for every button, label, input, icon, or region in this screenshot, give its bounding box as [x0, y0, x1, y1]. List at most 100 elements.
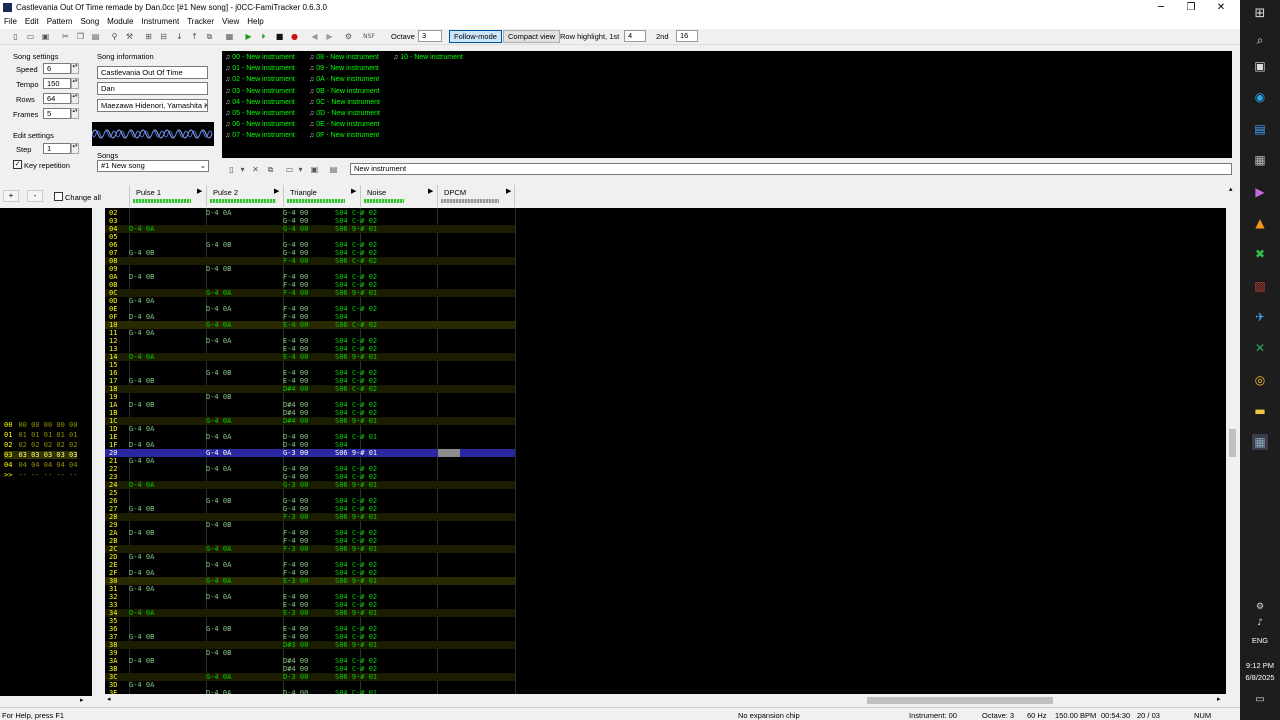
- channel-pulse-1[interactable]: Pulse 1 ▶: [129, 185, 206, 207]
- noise-cell[interactable]: S04 C-# 02: [335, 625, 377, 633]
- noise-cell[interactable]: S06 9-# 01: [335, 641, 377, 649]
- triangle-cell[interactable]: G-4 00: [283, 497, 308, 505]
- pattern-row[interactable]: 2C G-4 0A F-3 00 S06 9-# 01: [105, 545, 515, 553]
- triangle-cell[interactable]: E-4 00: [283, 625, 308, 633]
- tools-icon[interactable]: ⚒: [124, 31, 135, 42]
- instrument-item[interactable]: ♫ 0E - New instrument: [309, 121, 380, 128]
- pattern-row[interactable]: 0F D-4 0A F-4 00 S04: [105, 313, 515, 321]
- noise-cell[interactable]: S04 C-# 02: [335, 633, 377, 641]
- triangle-cell[interactable]: E-4 00: [283, 337, 308, 345]
- triangle-cell[interactable]: G-4 00: [283, 217, 308, 225]
- pulse1-cell[interactable]: D-4 0A: [129, 225, 154, 233]
- triangle-cell[interactable]: E-3 00: [283, 577, 308, 585]
- change-all-checkbox[interactable]: [54, 192, 63, 201]
- save-instrument-icon[interactable]: ▣: [309, 164, 320, 175]
- copy-icon[interactable]: ❐: [75, 31, 86, 42]
- arrow-right-icon[interactable]: ▶: [428, 187, 433, 195]
- insert-frame-icon[interactable]: ⊞: [143, 31, 154, 42]
- play-icon[interactable]: ▶: [243, 31, 254, 42]
- pattern-row[interactable]: 14 D-4 0A E-4 00 S06 9-# 01: [105, 353, 515, 361]
- triangle-cell[interactable]: D#4 00: [283, 409, 308, 417]
- menu-instrument[interactable]: Instrument: [137, 15, 183, 26]
- follow-mode-button[interactable]: Follow-mode: [449, 30, 502, 43]
- pattern-row[interactable]: 18 D#4 00 S06 C-# 02: [105, 385, 515, 393]
- triangle-cell[interactable]: G-3 00: [283, 481, 308, 489]
- load-instrument-icon[interactable]: ▭: [284, 164, 295, 175]
- triangle-cell[interactable]: F-4 00: [283, 257, 308, 265]
- archive-icon[interactable]: ▧: [1252, 278, 1268, 294]
- add-frame-button[interactable]: +: [3, 190, 19, 202]
- play-loop-icon[interactable]: ⏵: [258, 31, 269, 42]
- pulse2-cell[interactable]: G-4 0B: [206, 369, 231, 377]
- pattern-row[interactable]: 39 D-4 0B: [105, 649, 515, 657]
- noise-cell[interactable]: S06 9-# 01: [335, 417, 377, 425]
- triangle-cell[interactable]: F-4 00: [283, 569, 308, 577]
- noise-cell[interactable]: S04 C-# 01: [335, 689, 377, 694]
- frame-row[interactable]: >> -- -- -- -- --: [4, 471, 77, 479]
- triangle-cell[interactable]: G-4 00: [283, 505, 308, 513]
- row-highlight-2nd-input[interactable]: 16: [676, 30, 698, 42]
- pattern-row[interactable]: 1D G-4 0A: [105, 425, 515, 433]
- pattern-row[interactable]: 20 G-4 0A G-3 00 S06 9-# 01: [105, 449, 515, 457]
- module-properties-icon[interactable]: ▦: [224, 31, 235, 42]
- step-input[interactable]: 1: [43, 143, 71, 154]
- noise-cell[interactable]: S04 C-# 02: [335, 593, 377, 601]
- calculator-icon[interactable]: ▦: [1252, 152, 1268, 168]
- duplicate-frame-icon[interactable]: ⧉: [204, 31, 215, 42]
- pulse2-cell[interactable]: D-4 0B: [206, 393, 231, 401]
- instrument-item[interactable]: ♫ 04 - New instrument: [225, 99, 295, 106]
- triangle-cell[interactable]: G-4 00: [283, 465, 308, 473]
- noise-cell[interactable]: S04 C-# 02: [335, 345, 377, 353]
- pulse1-cell[interactable]: G-4 0A: [129, 329, 154, 337]
- pulse2-cell[interactable]: G-4 0A: [206, 321, 231, 329]
- noise-cell[interactable]: S04 C-# 02: [335, 305, 377, 313]
- pattern-row[interactable]: 0D G-4 0A: [105, 297, 515, 305]
- pattern-row[interactable]: 28 F-3 00 S06 9-# 01: [105, 513, 515, 521]
- pulse1-cell[interactable]: D-4 0A: [129, 313, 154, 321]
- vertical-scrollbar[interactable]: ▴: [1226, 185, 1240, 695]
- pattern-row[interactable]: 06 G-4 0B G-4 00 S04 C-# 02: [105, 241, 515, 249]
- pattern-row[interactable]: 22 D-4 0A G-4 00 S04 C-# 02: [105, 465, 515, 473]
- pattern-row[interactable]: 0A D-4 0B F-4 00 S04 C-# 02: [105, 273, 515, 281]
- frames-input[interactable]: 5: [43, 108, 71, 119]
- pulse1-cell[interactable]: G-4 0B: [129, 249, 154, 257]
- instrument-list[interactable]: ♫ 00 - New instrument ♫ 01 - New instrume…: [222, 51, 1232, 158]
- pattern-row[interactable]: 3A D-4 0B D#4 00 S04 C-# 02: [105, 657, 515, 665]
- instrument-item[interactable]: ♫ 02 - New instrument: [225, 76, 295, 83]
- pattern-row[interactable]: 25: [105, 489, 515, 497]
- arrow-right-icon[interactable]: ▶: [351, 187, 356, 195]
- noise-cell[interactable]: S06 9-# 01: [335, 545, 377, 553]
- pattern-row[interactable]: 0E D-4 0A F-4 00 S04 C-# 02: [105, 305, 515, 313]
- noise-cell[interactable]: S04 C-# 02: [335, 369, 377, 377]
- pattern-row[interactable]: 0C G-4 0A F-4 00 S06 9-# 01: [105, 289, 515, 297]
- menu-tracker[interactable]: Tracker: [183, 15, 218, 26]
- pulse2-cell[interactable]: D-4 0A: [206, 593, 231, 601]
- minimize-button[interactable]: ─: [1146, 0, 1176, 15]
- notification-icon[interactable]: ▭: [1252, 692, 1268, 708]
- instrument-item[interactable]: ♫ 01 - New instrument: [225, 65, 295, 72]
- xbox-icon[interactable]: ✕: [1252, 340, 1268, 356]
- pattern-row[interactable]: 1B D#4 00 S04 C-# 02: [105, 409, 515, 417]
- pulse1-cell[interactable]: D-4 0B: [129, 529, 154, 537]
- pulse1-cell[interactable]: D-4 0B: [129, 273, 154, 281]
- noise-cell[interactable]: S04: [335, 441, 348, 449]
- save-icon[interactable]: ▣: [40, 31, 51, 42]
- pattern-row[interactable]: 0B F-4 00 S04 C-# 02: [105, 281, 515, 289]
- pulse2-cell[interactable]: D-4 0A: [206, 465, 231, 473]
- clock-date[interactable]: 6/8/2025: [1240, 673, 1280, 682]
- pattern-row[interactable]: 2B F-4 00 S04 C-# 02: [105, 537, 515, 545]
- instrument-item[interactable]: ♫ 0D - New instrument: [309, 110, 380, 117]
- speed-input[interactable]: 6: [43, 63, 71, 74]
- noise-cell[interactable]: S06 9-# 01: [335, 449, 377, 457]
- pattern-row[interactable]: 26 G-4 0B G-4 00 S04 C-# 02: [105, 497, 515, 505]
- noise-cell[interactable]: S04 C-# 02: [335, 497, 377, 505]
- new-file-icon[interactable]: ▯: [10, 31, 21, 42]
- instrument-item[interactable]: ♫ 06 - New instrument: [225, 121, 295, 128]
- channel-dpcm[interactable]: DPCM ▶: [437, 185, 515, 207]
- pattern-row[interactable]: 1C G-4 0A D#4 00 S06 9-# 01: [105, 417, 515, 425]
- pattern-row[interactable]: 1E D-4 0A D-4 00 S04 C-# 01: [105, 433, 515, 441]
- pulse2-cell[interactable]: G-4 0A: [206, 417, 231, 425]
- pattern-row[interactable]: 34 D-4 0A E-3 00 S06 9-# 01: [105, 609, 515, 617]
- triangle-cell[interactable]: F-4 00: [283, 537, 308, 545]
- triangle-cell[interactable]: E-4 00: [283, 353, 308, 361]
